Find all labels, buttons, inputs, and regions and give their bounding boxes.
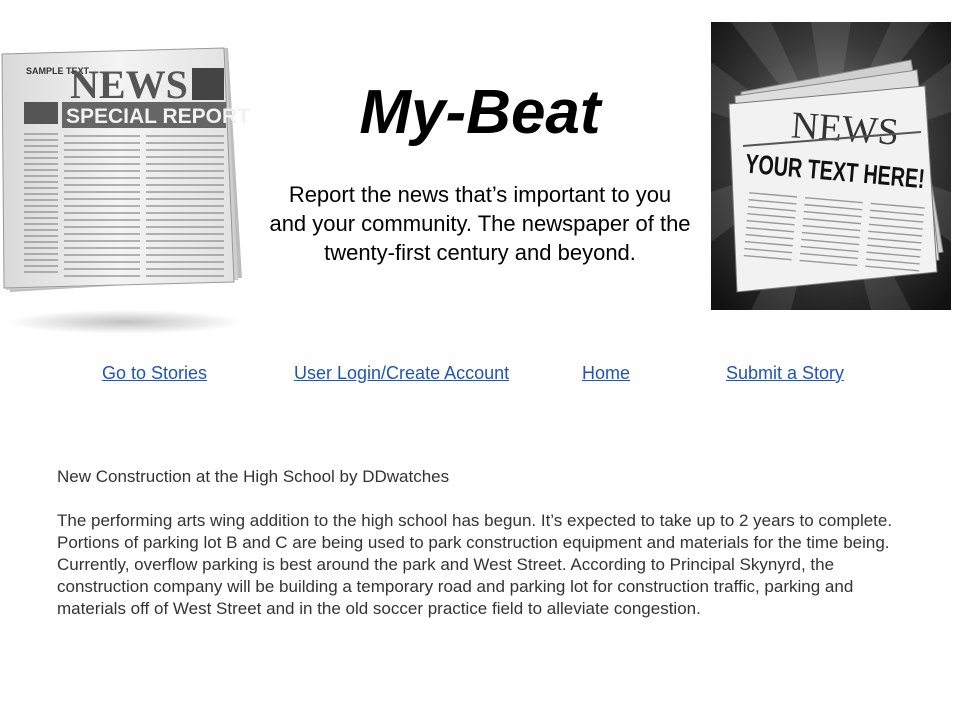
story-body: The performing arts wing addition to the…: [57, 511, 893, 618]
tagline-line: and your community. The newspaper of the: [269, 211, 691, 236]
site-title: My-Beat: [359, 78, 601, 147]
tagline-line: twenty-first century and beyond.: [324, 240, 636, 265]
home-link[interactable]: Home: [582, 362, 630, 384]
go-to-stories-link[interactable]: Go to Stories: [102, 362, 207, 384]
left-paper-masthead: NEWS: [70, 62, 188, 107]
newspaper-your-text-icon: NEWS YOUR TEXT HERE!: [711, 22, 951, 310]
site-tagline: Report the news that’s important to you …: [240, 180, 720, 267]
right-paper-masthead: NEWS: [790, 104, 900, 153]
submit-story-link[interactable]: Submit a Story: [726, 362, 844, 384]
newspaper-special-report-icon: SAMPLE TEXT NEWS SPECIAL REPORT: [1, 47, 250, 334]
tagline-line: Report the news that’s important to you: [288, 182, 672, 207]
user-login-link[interactable]: User Login/Create Account: [294, 362, 509, 384]
story-heading: New Construction at the High School by D…: [57, 467, 450, 486]
left-paper-banner: SPECIAL REPORT: [66, 105, 250, 128]
